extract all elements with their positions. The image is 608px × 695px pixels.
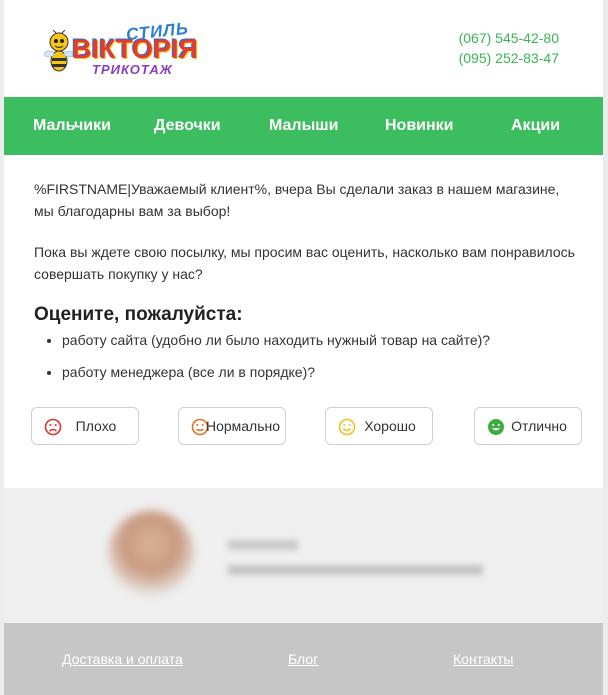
footer: Доставка и оплата Блог Контакты <box>4 623 603 695</box>
rating-label: Отлично <box>511 418 567 434</box>
rating-bad-button[interactable]: Плохо <box>31 407 139 445</box>
greeting-paragraph: %FIRSTNAME|Уважаемый клиент%, вчера Вы с… <box>34 181 560 219</box>
rating-excellent-button[interactable]: Отлично <box>474 407 582 445</box>
phone-number[interactable]: (095) 252-83-47 <box>459 48 559 68</box>
nav-item-new[interactable]: Новинки <box>385 97 454 155</box>
phone-list: (067) 545-42-80 (095) 252-83-47 <box>459 28 559 68</box>
blurred-title <box>228 565 483 575</box>
rating-label: Нормально <box>205 418 281 434</box>
nav-item-sales[interactable]: Акции <box>511 97 560 155</box>
signature-block <box>4 488 603 623</box>
footer-link-contacts[interactable]: Контакты <box>453 651 513 667</box>
nav-item-boys[interactable]: Мальчики <box>33 97 111 155</box>
phone-number[interactable]: (067) 545-42-80 <box>459 28 559 48</box>
request-paragraph: Пока вы ждете свою посылку, мы просим ва… <box>34 244 575 282</box>
message-body: %FIRSTNAME|Уважаемый клиент%, вчера Вы с… <box>34 178 579 394</box>
category-nav: Мальчики Девочки Малыши Новинки Акции <box>4 97 603 155</box>
nav-item-babies[interactable]: Малыши <box>269 97 338 155</box>
list-item: работу менеджера (все ли в порядке)? <box>62 362 579 382</box>
criteria-list: работу сайта (удобно ли было находить ну… <box>34 330 579 382</box>
rating-heading: Оцените, пожалуйста: <box>34 304 243 325</box>
logo-text-main: ВІКТОРІЯ <box>72 34 198 64</box>
avatar <box>108 510 194 596</box>
blurred-name <box>228 540 298 550</box>
rating-label: Хорошо <box>364 418 416 434</box>
brand-logo[interactable]: СТИЛЬ ВІКТОРІЯ ТРИКОТАЖ <box>40 19 224 80</box>
logo-text-bottom: ТРИКОТАЖ <box>92 62 173 77</box>
footer-link-delivery[interactable]: Доставка и оплата <box>62 651 183 667</box>
rating-label: Плохо <box>75 418 117 434</box>
footer-link-blog[interactable]: Блог <box>288 651 318 667</box>
rating-good-button[interactable]: Хорошо <box>325 407 433 445</box>
bee-mascot-icon <box>44 30 74 72</box>
email-card: СТИЛЬ ВІКТОРІЯ ТРИКОТАЖ (067) 545-42-80 … <box>4 0 603 488</box>
rating-normal-button[interactable]: Нормально <box>178 407 286 445</box>
list-item: работу сайта (удобно ли было находить ну… <box>62 330 579 350</box>
nav-item-girls[interactable]: Девочки <box>154 97 221 155</box>
